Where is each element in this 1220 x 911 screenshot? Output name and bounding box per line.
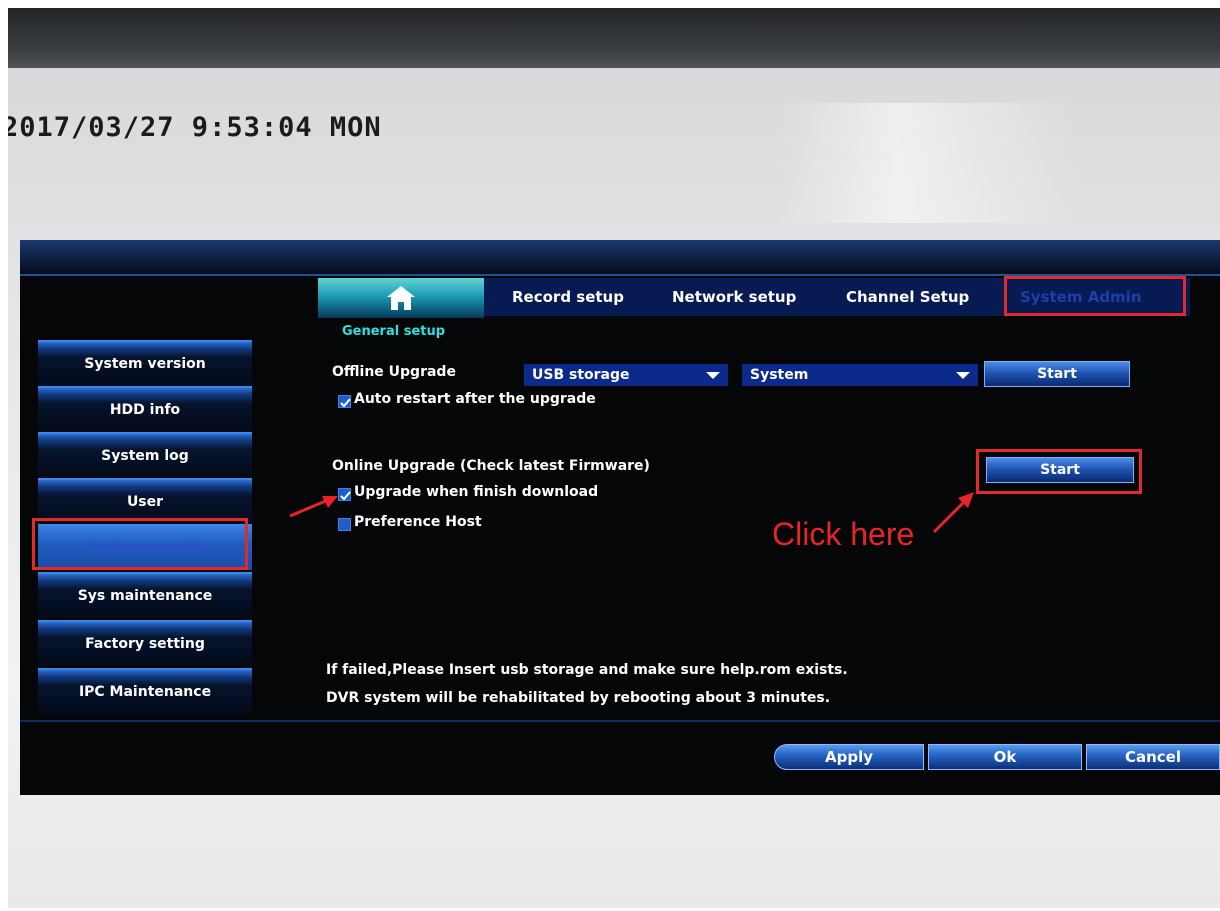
highlight-system-upgrade (32, 518, 248, 570)
cancel-button[interactable]: Cancel (1086, 744, 1220, 770)
chevron-down-icon (956, 372, 970, 379)
chevron-down-icon (706, 372, 720, 379)
auto-restart-checkbox[interactable] (338, 395, 351, 408)
offline-device-select[interactable]: USB storage (524, 364, 728, 386)
offline-target-value: System (750, 367, 809, 383)
dvr-menu-window: Record setup Network setup Channel Setup… (20, 240, 1220, 795)
sidebar-item-ipc-maintenance[interactable]: IPC Maintenance (38, 668, 252, 714)
tab-network-setup[interactable]: Network setup (672, 278, 796, 316)
footer-divider (20, 720, 1220, 722)
dvr-title-bar (20, 240, 1220, 276)
offline-start-button[interactable]: Start (984, 361, 1130, 387)
offline-target-select[interactable]: System (742, 364, 978, 386)
ok-button[interactable]: Ok (928, 744, 1082, 770)
upgrade-when-finish-label: Upgrade when finish download (354, 484, 599, 500)
section-subtitle: General setup (342, 324, 446, 339)
arrow-icon (932, 492, 974, 534)
home-icon (387, 286, 415, 310)
note-failed: If failed,Please Insert usb storage and … (326, 662, 848, 678)
highlight-online-start (976, 449, 1142, 494)
osd-timestamp: 2017/03/27 9:53:04 MON (8, 112, 382, 143)
offline-upgrade-label: Offline Upgrade (332, 364, 456, 380)
preference-host-label: Preference Host (354, 514, 482, 530)
monitor-bezel (8, 8, 1220, 68)
tab-record-setup[interactable]: Record setup (512, 278, 624, 316)
sidebar-item-factory-setting[interactable]: Factory setting (38, 620, 252, 666)
auto-restart-label: Auto restart after the upgrade (354, 391, 596, 407)
checkmark-icon (340, 398, 351, 408)
photo-frame: 2017/03/27 9:53:04 MON Record setup Netw… (8, 8, 1220, 908)
screen-reflection (778, 103, 1078, 223)
apply-button[interactable]: Apply (774, 744, 924, 770)
tab-channel-setup[interactable]: Channel Setup (846, 278, 969, 316)
offline-device-value: USB storage (532, 367, 630, 383)
highlight-system-admin (1004, 276, 1186, 316)
tab-general-setup[interactable] (318, 278, 484, 318)
click-here-annotation: Click here (772, 516, 915, 552)
sidebar-item-system-version[interactable]: System version (38, 340, 252, 386)
note-reboot: DVR system will be rehabilitated by rebo… (326, 690, 831, 706)
sidebar-item-system-log[interactable]: System log (38, 432, 252, 478)
arrow-icon (289, 496, 338, 518)
sidebar-item-hdd-info[interactable]: HDD info (38, 386, 252, 432)
online-upgrade-label: Online Upgrade (Check latest Firmware) (332, 458, 650, 474)
sidebar-item-sys-maintenance[interactable]: Sys maintenance (38, 572, 252, 618)
